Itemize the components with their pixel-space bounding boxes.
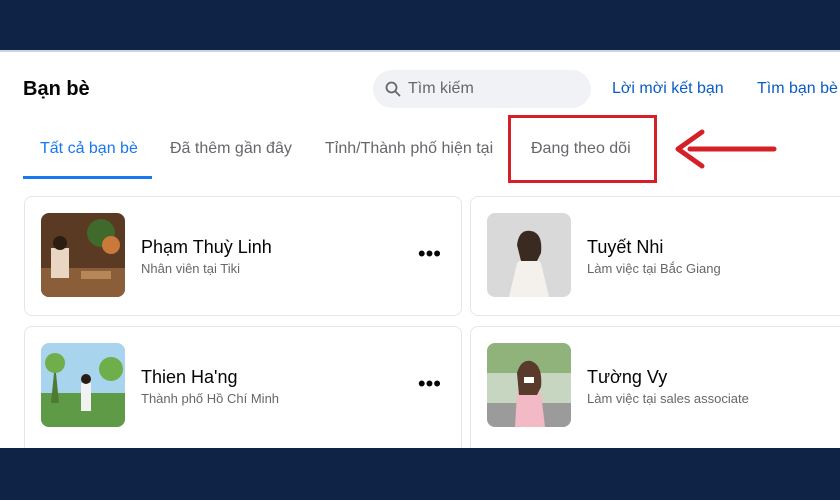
active-tab-indicator [23, 176, 152, 179]
more-options-button[interactable]: ••• [418, 371, 441, 397]
friend-subtitle: Làm việc tại Bắc Giang [587, 261, 721, 276]
tab-current-city[interactable]: Tỉnh/Thành phố hiện tại [325, 134, 493, 180]
annotation-highlight-box [508, 115, 657, 183]
avatar[interactable] [41, 343, 125, 427]
page-title: Bạn bè [23, 78, 90, 100]
friend-subtitle: Làm việc tại sales associate [587, 391, 749, 406]
avatar[interactable] [41, 213, 125, 297]
tab-all-friends[interactable]: Tất cả bạn bè [40, 134, 138, 180]
friend-subtitle: Thành phố Hồ Chí Minh [141, 391, 280, 406]
avatar[interactable] [487, 343, 571, 427]
friend-card[interactable]: Tường Vy Làm việc tại sales associate [470, 326, 840, 450]
tab-recently-added[interactable]: Đã thêm gần đây [170, 134, 292, 180]
top-frame-bar [0, 0, 840, 50]
search-placeholder: Tìm kiếm [408, 80, 474, 97]
friend-requests-link[interactable]: Lời mời kết bạn [612, 80, 724, 98]
friends-panel: Bạn bè Tìm kiếm Lời mời kết bạn Tìm bạn … [0, 50, 840, 450]
friend-subtitle: Nhân viên tại Tiki [141, 261, 240, 276]
friend-name[interactable]: Phạm Thuỳ Linh [141, 237, 272, 258]
annotation-arrow-icon [675, 129, 777, 169]
friend-name[interactable]: Tường Vy [587, 367, 667, 388]
friend-card[interactable]: Tuyết Nhi Làm việc tại Bắc Giang [470, 196, 840, 316]
more-options-button[interactable]: ••• [418, 241, 441, 267]
friend-name[interactable]: Tuyết Nhi [587, 237, 663, 258]
search-input[interactable]: Tìm kiếm [373, 70, 591, 108]
friend-card[interactable]: Thien Ha'ng Thành phố Hồ Chí Minh ••• [24, 326, 462, 450]
friend-name[interactable]: Thien Ha'ng [141, 367, 238, 388]
avatar[interactable] [487, 213, 571, 297]
search-icon [385, 81, 401, 97]
find-friends-link[interactable]: Tìm bạn bè [757, 80, 838, 98]
friend-card[interactable]: Phạm Thuỳ Linh Nhân viên tại Tiki ••• [24, 196, 462, 316]
bottom-frame-bar [0, 448, 840, 500]
